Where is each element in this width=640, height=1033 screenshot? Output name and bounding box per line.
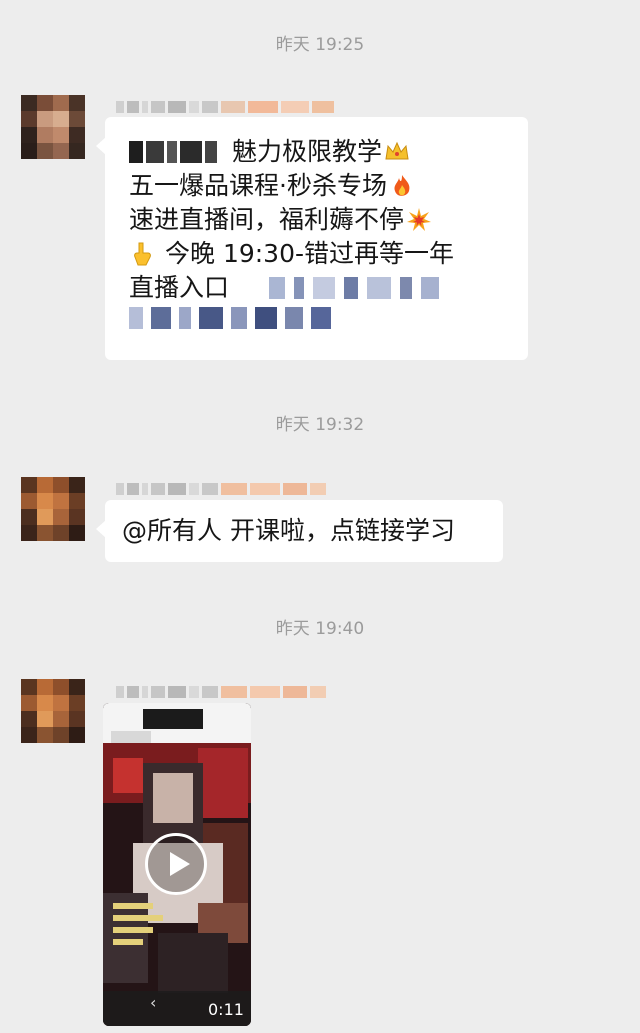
message-line: 魅力极限教学 [232,137,383,166]
sender-name-blurred [116,683,326,701]
message-bubble-1[interactable]: 魅力极限教学 五一爆品课程·秒杀专场 速进直播间，福利薅不停 今晚 19:30-… [96,117,528,360]
message-bubble-2[interactable]: @所有人 开课啦，点链接学习 [96,500,503,562]
avatar[interactable] [21,477,85,541]
sender-name-blurred [116,480,326,498]
play-button[interactable] [145,833,207,895]
sender-name-blurred [116,98,334,116]
avatar[interactable] [21,679,85,743]
avatar[interactable] [21,95,85,159]
message-line: 五一爆品课程·秒杀专场 [129,171,387,200]
message-line: 速进直播间，福利薅不停 [129,205,405,234]
collision-emoji [406,207,432,233]
fire-emoji [389,173,415,199]
timestamp-3: 昨天 19:40 [275,619,365,639]
message-line: 直播入口 [129,273,230,302]
timestamp-2: 昨天 19:32 [275,415,365,435]
timestamp-1: 昨天 19:25 [275,35,365,55]
blurred-link[interactable] [269,277,442,299]
chevron-left-icon: ‹ [150,993,157,1012]
blurred-text [129,141,143,163]
blurred-link[interactable] [129,307,334,329]
video-duration: 0:11 [208,1000,244,1019]
message-line: 今晚 19:30-错过再等一年 [165,239,455,268]
pointing-down-emoji [129,241,155,267]
crown-emoji [384,139,410,165]
message-text: @所有人 开课啦，点链接学习 [122,516,455,545]
